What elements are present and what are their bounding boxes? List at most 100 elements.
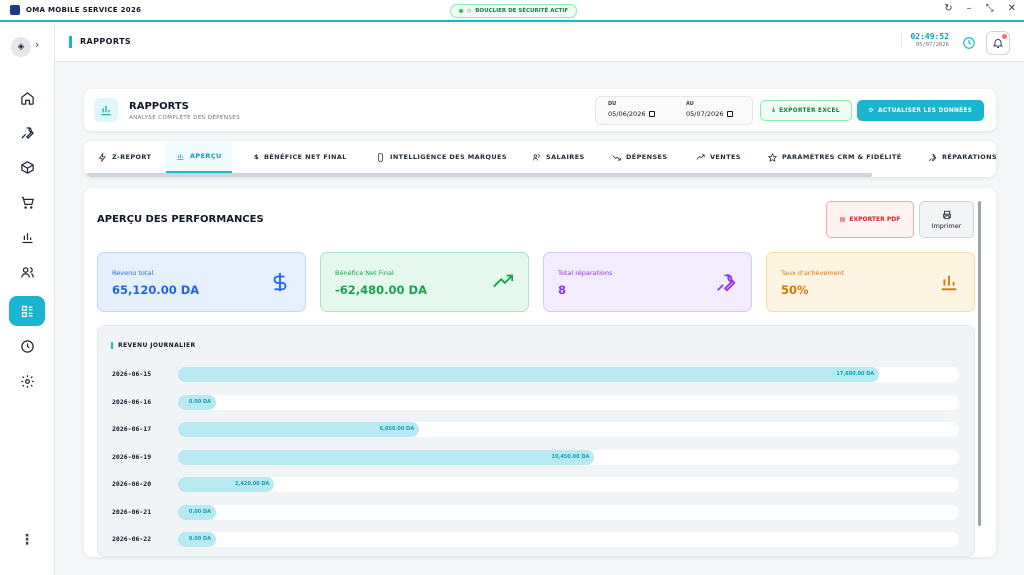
stat-label: Revenu total bbox=[112, 269, 154, 277]
stat-card-revenue: Revenu total 65,120.00 DA bbox=[97, 252, 306, 312]
notifications-button[interactable] bbox=[986, 31, 1010, 55]
sidebar-item-settings[interactable] bbox=[9, 366, 45, 396]
reload-icon[interactable]: ↻ bbox=[944, 3, 952, 14]
clock-icon[interactable] bbox=[962, 36, 976, 50]
tab-z-report[interactable]: Z-REPORT bbox=[98, 141, 151, 173]
bar-track: 0.00 DA bbox=[178, 532, 959, 547]
users-icon bbox=[20, 266, 34, 278]
tab-label: RÉPARATIONS bbox=[942, 153, 996, 161]
overview-card: APERÇU DES PERFORMANCES ▤ EXPORTER PDF I… bbox=[84, 188, 996, 557]
sidebar-item-inventory[interactable] bbox=[9, 152, 45, 182]
bar-track: 6,050.00 DA bbox=[178, 422, 959, 437]
more-icon[interactable]: ⋮ bbox=[20, 532, 34, 548]
report-tabs: Z-REPORT APERÇU $ BÉNÉFICE NET FINAL INT… bbox=[84, 141, 996, 177]
bar-chart-icon bbox=[22, 232, 32, 243]
bar-value-label: 17,600.00 DA bbox=[836, 371, 875, 377]
export-excel-button[interactable]: ⤓ EXPORTER EXCEL bbox=[760, 100, 852, 121]
tabs-scrollbar[interactable] bbox=[86, 173, 872, 177]
calendar-icon[interactable] bbox=[649, 111, 656, 117]
overview-scrollbar[interactable] bbox=[978, 201, 981, 526]
notification-dot bbox=[1002, 34, 1007, 39]
date-to-label: AU bbox=[686, 101, 694, 107]
sidebar-item-repairs[interactable] bbox=[9, 117, 45, 147]
tab-reparations[interactable]: RÉPARATIONS bbox=[928, 141, 996, 173]
stat-label: Bénéfice Net Final bbox=[335, 269, 394, 277]
date-from-field[interactable]: DU 05/06/2026 bbox=[608, 101, 656, 118]
stat-card-completion-rate: Taux d'achèvement 50% bbox=[766, 252, 975, 312]
bar-category-label: 2026-06-15 bbox=[112, 370, 152, 378]
revenue-bar: 10,450.00 DA bbox=[178, 449, 595, 465]
tab-depenses[interactable]: DÉPENSES bbox=[612, 141, 667, 173]
tab-label: APERÇU bbox=[190, 152, 222, 160]
sidebar-item-clients[interactable] bbox=[9, 257, 45, 287]
bar-chart-icon bbox=[941, 275, 957, 291]
tab-benefice[interactable]: $ BÉNÉFICE NET FINAL bbox=[254, 141, 347, 173]
tab-ventes[interactable]: VENTES bbox=[696, 141, 741, 173]
sidebar-item-history[interactable] bbox=[9, 331, 45, 361]
avatar[interactable]: ◈ bbox=[11, 37, 31, 57]
sidebar: ◈ › ⋮ bbox=[0, 24, 55, 575]
sidebar-item-stats[interactable] bbox=[9, 222, 45, 252]
close-icon[interactable]: ✕ bbox=[1008, 3, 1016, 14]
date-range-picker: DU 05/06/2026 AU 05/07/2026 bbox=[595, 96, 753, 125]
tab-salaires[interactable]: SALAIRES bbox=[532, 141, 585, 173]
bar-value-label: 0.00 DA bbox=[188, 398, 211, 405]
stat-value: -62,480.00 DA bbox=[335, 283, 427, 297]
title-bar: OMA MOBILE SERVICE 2026 ◇ BOUCLIER DE SÉ… bbox=[0, 0, 1024, 22]
stat-value: 65,120.00 DA bbox=[112, 283, 200, 297]
export-pdf-button[interactable]: ▤ EXPORTER PDF bbox=[826, 201, 914, 238]
sidebar-item-reports[interactable] bbox=[9, 296, 45, 326]
top-bar: RAPPORTS 02:49:52 05/07/2026 bbox=[55, 24, 1024, 62]
clock-display: 02:49:52 05/07/2026 bbox=[901, 32, 949, 48]
bar-track: 0.00 DA bbox=[178, 504, 959, 520]
status-dot-icon bbox=[459, 9, 463, 13]
revenue-bar: 0.00 DA bbox=[178, 394, 216, 410]
calendar-icon[interactable] bbox=[727, 111, 734, 117]
reports-header-icon bbox=[94, 98, 118, 122]
zap-icon bbox=[98, 152, 106, 162]
bar-track: 10,450.00 DA bbox=[178, 449, 959, 465]
bar-track: 0.00 DA bbox=[178, 394, 959, 410]
trending-up-icon bbox=[493, 274, 514, 288]
bar-category-label: 2026-06-16 bbox=[112, 397, 152, 406]
date-to-value: 05/07/2026 bbox=[686, 110, 724, 118]
tab-label: Z-REPORT bbox=[112, 153, 152, 161]
sidebar-item-sales[interactable] bbox=[9, 187, 45, 217]
shield-icon: ◇ bbox=[467, 8, 472, 14]
tab-label: VENTES bbox=[710, 153, 741, 161]
trending-down-icon bbox=[612, 154, 621, 160]
reports-icon bbox=[21, 305, 32, 317]
bar-category-label: 2026-06-21 bbox=[112, 507, 152, 516]
stat-value: 50% bbox=[781, 283, 809, 297]
wrench-icon bbox=[928, 153, 937, 161]
tab-label: DÉPENSES bbox=[626, 153, 668, 161]
shield-label: BOUCLIER DE SÉCURITÉ ACTIF bbox=[475, 8, 569, 14]
wrench-icon bbox=[20, 126, 34, 139]
revenue-bar: 0.00 DA bbox=[178, 504, 216, 520]
chevron-right-icon[interactable]: › bbox=[35, 38, 39, 51]
tab-intelligence-marques[interactable]: INTELLIGENCE DES MARQUES bbox=[376, 141, 507, 173]
star-icon bbox=[768, 152, 777, 162]
print-label: Imprimer bbox=[931, 221, 962, 230]
overview-title: APERÇU DES PERFORMANCES bbox=[97, 214, 264, 225]
fullscreen-icon[interactable]: ⤡ bbox=[986, 3, 994, 14]
minimize-icon[interactable]: – bbox=[967, 3, 972, 14]
file-icon: ▤ bbox=[839, 216, 846, 223]
bar-value-label: 2,420.00 DA bbox=[234, 481, 270, 487]
box-icon bbox=[20, 160, 34, 174]
tab-apercu[interactable]: APERÇU bbox=[166, 141, 232, 173]
date-to-field[interactable]: AU 05/07/2026 bbox=[686, 101, 734, 118]
tab-crm-fidelite[interactable]: PARAMÈTRES CRM & FIDÉLITÉ bbox=[768, 141, 902, 173]
bar-track: 2,420.00 DA bbox=[178, 477, 959, 492]
bar-track: 17,600.00 DA bbox=[178, 367, 959, 382]
print-button[interactable]: Imprimer bbox=[919, 201, 974, 238]
refresh-data-button[interactable]: ⟳ ACTUALISER LES DONNÉES bbox=[857, 100, 984, 121]
export-pdf-label: EXPORTER PDF bbox=[849, 216, 901, 223]
wrench-icon bbox=[717, 274, 736, 292]
app-logo-icon bbox=[10, 5, 20, 15]
dollar-icon bbox=[273, 272, 287, 292]
revenue-bar: 0.00 DA bbox=[178, 532, 216, 547]
sidebar-item-home[interactable] bbox=[9, 83, 45, 113]
download-icon: ⤓ bbox=[772, 107, 776, 113]
revenue-bar: 17,600.00 DA bbox=[178, 367, 880, 382]
